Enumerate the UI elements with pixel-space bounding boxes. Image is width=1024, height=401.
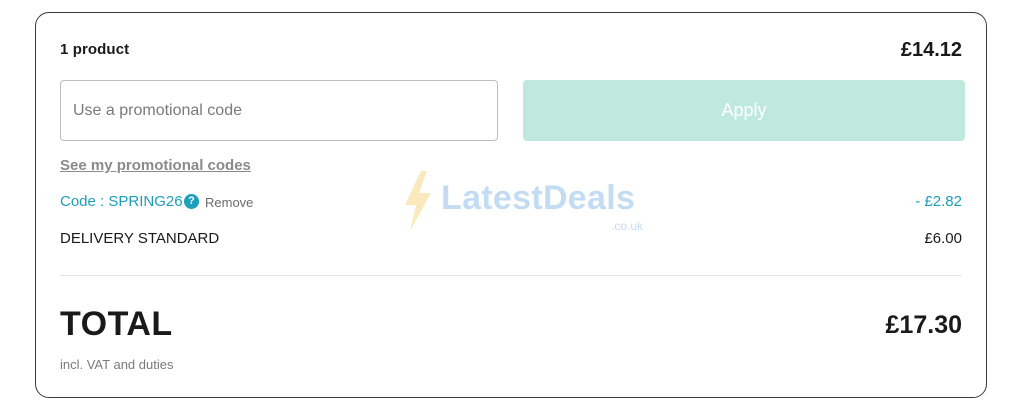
applied-code-label: Code : SPRING26 [60,193,183,210]
product-summary-row: 1 product £14.12 [60,39,962,65]
delivery-price: £6.00 [924,230,962,247]
total-label: TOTAL [60,305,173,343]
subtotal-price: £14.12 [900,39,962,61]
apply-button[interactable]: Apply [523,80,965,141]
delivery-label: DELIVERY STANDARD [60,230,220,247]
discount-amount: - £2.82 [915,193,962,210]
divider [60,275,962,276]
product-count: 1 product [60,41,130,58]
total-price: £17.30 [885,311,962,339]
promo-code-input[interactable] [60,80,498,141]
see-promo-codes-link[interactable]: See my promotional codes [60,157,251,174]
order-summary-card: 1 product £14.12 Apply See my promotiona… [35,12,987,398]
delivery-row: DELIVERY STANDARD £6.00 [60,230,962,252]
vat-note: incl. VAT and duties [60,357,174,372]
applied-code-row: Code : SPRING26 ? Remove - £2.82 [60,193,962,215]
help-circle-icon[interactable]: ? [184,194,199,209]
remove-code-link[interactable]: Remove [205,195,253,210]
